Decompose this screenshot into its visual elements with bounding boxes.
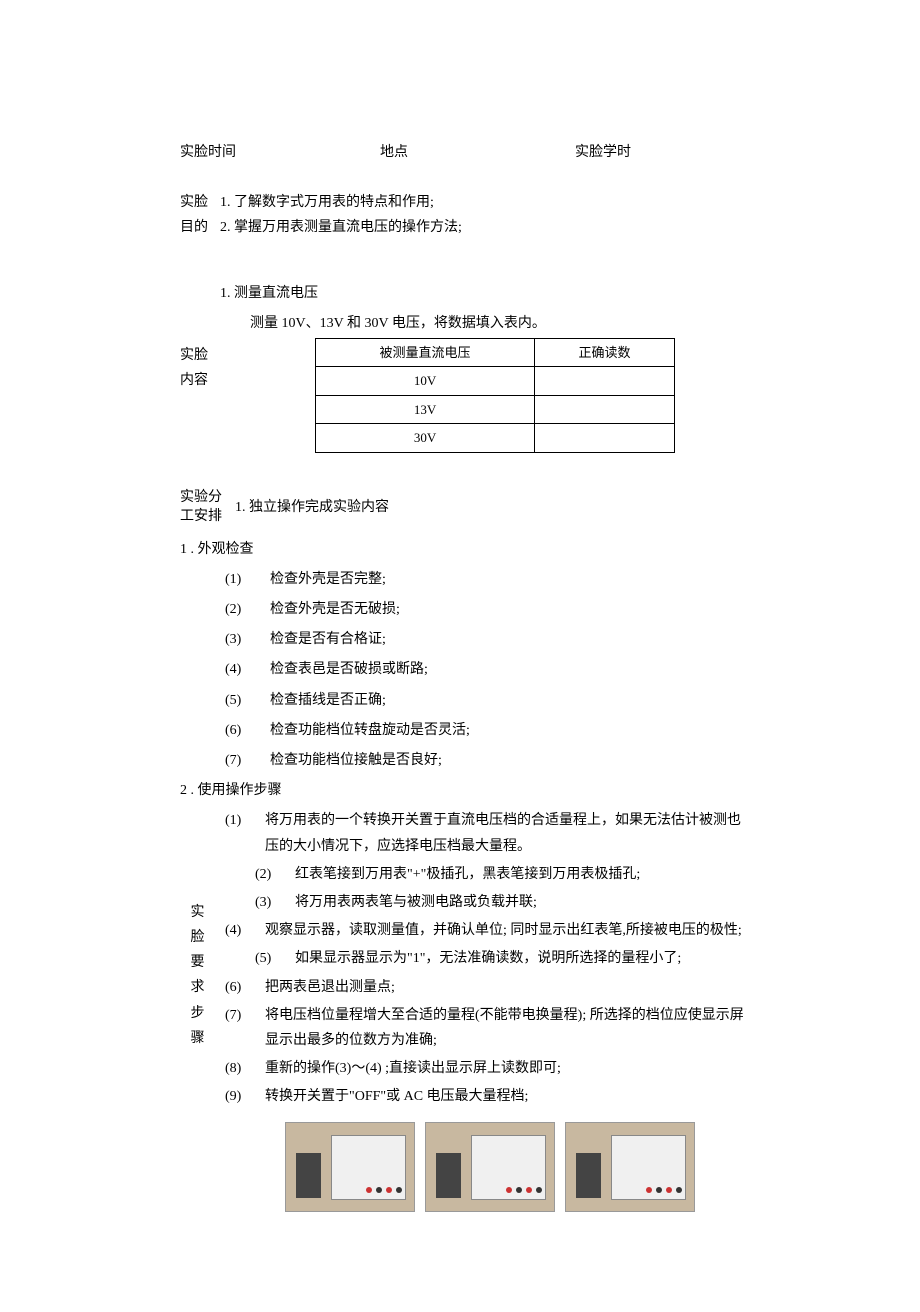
col-reading: 正确读数 <box>535 338 675 366</box>
purpose-line-2: 2. 掌握万用表测量直流电压的操作方法; <box>220 215 462 240</box>
section-2-title: 2 . 使用操作步骤 <box>180 778 750 803</box>
equipment-images <box>285 1122 750 1212</box>
step-item: (3)将万用表两表笔与被测电路或负载并联; <box>255 890 750 915</box>
purpose-line-1: 1. 了解数字式万用表的特点和作用; <box>220 190 434 215</box>
time-label: 实脸时间 <box>180 140 380 165</box>
step-item: (8)重新的操作(3)～(4) ;直接读出显示屏上读数即可; <box>225 1056 750 1081</box>
measure-desc: 测量 10V、13V 和 30V 电压，将数据填入表内。 <box>250 311 750 336</box>
col-measured: 被测量直流电压 <box>316 338 535 366</box>
steps-body: (1)将万用表的一个转换开关置于直流电压档的合适量程上，如果无法估计被测也压的大… <box>215 808 750 1112</box>
table-row: 10V <box>316 367 675 395</box>
step-item: (9)转换开关置于"OFF"或 AC 电压最大量程档; <box>225 1084 750 1109</box>
table-row: 30V <box>316 424 675 452</box>
step-item: (5)如果显示器显示为"1"，无法准确读数，说明所选择的量程小了; <box>255 946 750 971</box>
hours-label: 实脸学时 <box>575 140 631 165</box>
step-item: (1)将万用表的一个转换开关置于直流电压档的合适量程上，如果无法估计被测也压的大… <box>225 808 750 858</box>
arrangement-label: 实验分工安排 <box>180 488 235 527</box>
steps-block: 实脸要求步骤 (1)将万用表的一个转换开关置于直流电压档的合适量程上，如果无法估… <box>180 808 750 1112</box>
check-item: (5)检查插线是否正确; <box>225 688 750 713</box>
step-item: (2)红表笔接到万用表"+"极插孔，黑表笔接到万用表极插孔; <box>255 862 750 887</box>
check-item: (6)检查功能档位转盘旋动是否灵活; <box>225 718 750 743</box>
purpose-prefix-1: 实脸 <box>180 190 220 215</box>
header-row: 实脸时间 地点 实脸学时 <box>180 140 750 165</box>
voltage-table: 被测量直流电压 正确读数 10V 13V 30V <box>315 338 675 453</box>
step-item: (4)观察显示器，读取测量值，并确认单位; 同时显示出红表笔,所接被电压的极性; <box>225 918 750 943</box>
equipment-photo-2 <box>425 1122 555 1212</box>
section-1-list: (1)检查外壳是否完整; (2)检查外壳是否无破损; (3)检查是否有合格证; (4)… <box>180 567 750 773</box>
equipment-photo-3 <box>565 1122 695 1212</box>
measure-heading: 1. 测量直流电压 <box>220 281 750 306</box>
content-label: 实脸 内容 <box>180 338 240 453</box>
purpose-block: 实脸 1. 了解数字式万用表的特点和作用; 目的 2. 掌握万用表测量直流电压的… <box>180 190 750 240</box>
check-item: (7)检查功能档位接触是否良好; <box>225 748 750 773</box>
purpose-prefix-2: 目的 <box>180 215 220 240</box>
check-item: (1)检查外壳是否完整; <box>225 567 750 592</box>
arrangement-text: 1. 独立操作完成实验内容 <box>235 495 389 520</box>
table-header-row: 被测量直流电压 正确读数 <box>316 338 675 366</box>
step-item: (7)将电压档位量程增大至合适的量程(不能带电换量程); 所选择的档位应使显示屏… <box>225 1003 750 1053</box>
content-row: 实脸 内容 被测量直流电压 正确读数 10V 13V 30V <box>180 338 750 453</box>
steps-sidelabel: 实脸要求步骤 <box>180 808 215 1112</box>
check-item: (2)检查外壳是否无破损; <box>225 597 750 622</box>
check-item: (4)检查表邑是否破损或断路; <box>225 657 750 682</box>
step-item: (6)把两表邑退出测量点; <box>225 975 750 1000</box>
place-label: 地点 <box>380 140 575 165</box>
table-row: 13V <box>316 395 675 423</box>
check-item: (3)检查是否有合格证; <box>225 627 750 652</box>
equipment-photo-1 <box>285 1122 415 1212</box>
arrangement-row: 实验分工安排 1. 独立操作完成实验内容 <box>180 488 750 527</box>
section-1-title: 1 . 外观检查 <box>180 537 750 562</box>
